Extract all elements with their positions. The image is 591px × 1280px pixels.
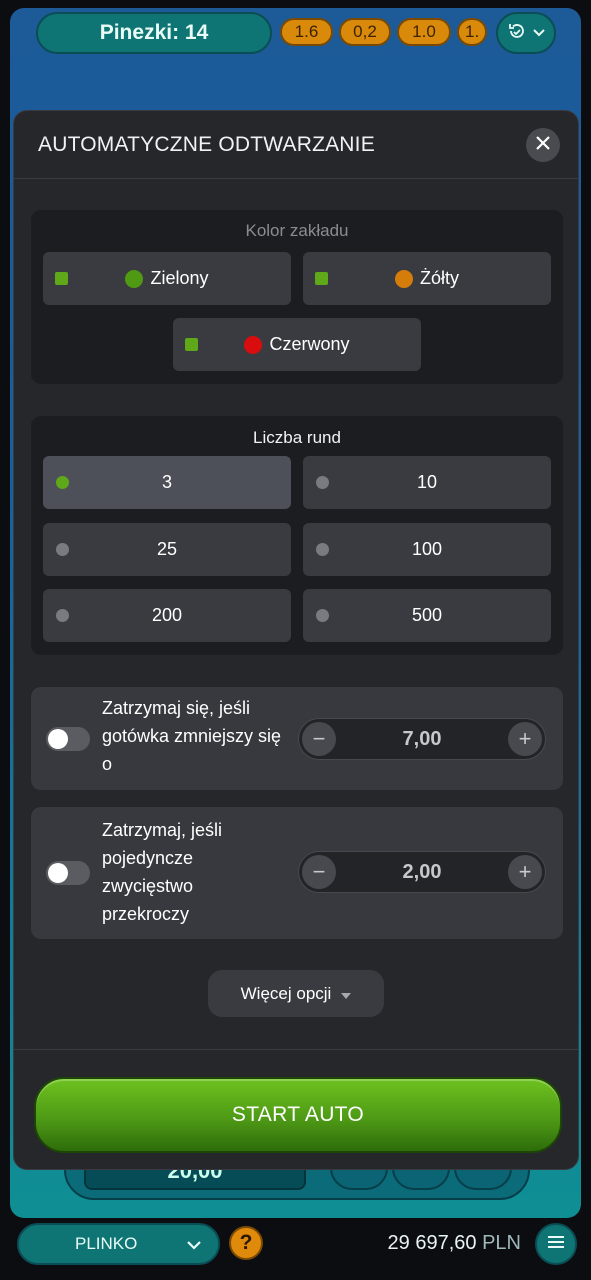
rounds-option-25[interactable]: 25	[43, 523, 291, 576]
plus-button[interactable]: +	[508, 722, 542, 756]
radio[interactable]	[316, 609, 329, 622]
plus-button[interactable]: +	[508, 855, 542, 889]
radio[interactable]	[56, 609, 69, 622]
balance-amount: 29 697,60	[387, 1232, 477, 1254]
radio[interactable]	[316, 476, 329, 489]
chevron-down-icon	[186, 1235, 202, 1255]
toggle-knob	[48, 729, 68, 749]
rounds-option-200[interactable]: 200	[43, 589, 291, 642]
label-line: zwycięstwo	[102, 876, 194, 896]
label-line: pojedyncze	[102, 848, 194, 868]
history-clock-icon	[507, 21, 527, 46]
checkbox[interactable]	[55, 272, 68, 285]
green-dot-icon	[125, 269, 144, 288]
more-options-button[interactable]: Więcej opcji	[208, 970, 384, 1017]
section-title: Kolor zakładu	[245, 221, 349, 240]
radio[interactable]	[316, 543, 329, 556]
stop-win-label: Zatrzymaj, jeśli pojedyncze zwycięstwo p…	[102, 816, 222, 928]
multiplier-badge: 1.0	[397, 18, 451, 46]
close-icon	[535, 135, 551, 156]
stop-cash-stepper: − 7,00 +	[298, 718, 546, 760]
minus-button[interactable]: −	[302, 722, 336, 756]
history-button[interactable]	[496, 12, 556, 54]
rounds-option-10[interactable]: 10	[303, 456, 551, 509]
label-line: przekroczy	[102, 904, 190, 924]
multiplier-badge: 1.	[457, 18, 487, 46]
chevron-down-icon	[533, 24, 545, 42]
more-options-label: Więcej opcji	[240, 983, 332, 1003]
stop-cash-toggle[interactable]	[46, 727, 90, 751]
minus-button[interactable]: −	[302, 855, 336, 889]
minus-icon: −	[312, 859, 326, 884]
multiplier-badge: 1.6	[280, 18, 333, 46]
game-name: PLINKO	[75, 1234, 138, 1253]
balance: 29 697,60 PLN	[388, 1232, 521, 1255]
stop-cash-decrease-card: Zatrzymaj się, jeśli gotówka zmniejszy s…	[31, 687, 563, 790]
pins-selector[interactable]: Pinezki: 14	[36, 12, 272, 54]
autoplay-modal: AUTOMATYCZNE ODTWARZANIE Kolor zakładu Z…	[13, 110, 579, 1170]
bottom-bar: PLINKO ? 29 697,60 PLN	[0, 1218, 591, 1272]
multiplier-badge: 0,2	[339, 18, 391, 46]
color-option-green[interactable]: Zielony	[43, 252, 291, 305]
balance-currency: PLN	[482, 1232, 521, 1254]
red-dot-icon	[244, 335, 263, 354]
radio[interactable]	[56, 543, 69, 556]
stop-cash-label: Zatrzymaj się, jeśli gotówka zmniejszy s…	[102, 694, 281, 778]
multiplier-history: 1.6 0,2 1.0 1.	[280, 18, 487, 46]
divider	[14, 1049, 578, 1050]
rounds-option-500[interactable]: 500	[303, 589, 551, 642]
color-option-yellow[interactable]: Żółty	[303, 252, 551, 305]
rounds-section: Liczba rund 3 10 25 100 200 500	[31, 416, 563, 655]
checkbox[interactable]	[315, 272, 328, 285]
rounds-label: 10	[416, 472, 438, 492]
modal-title: AUTOMATYCZNE ODTWARZANIE	[38, 132, 375, 156]
plus-icon: +	[518, 726, 532, 751]
label-line: gotówka zmniejszy się	[102, 726, 282, 746]
rounds-label: 500	[411, 605, 443, 625]
radio[interactable]	[56, 476, 69, 489]
label-line: Zatrzymaj, jeśli	[102, 820, 223, 840]
rounds-label: 3	[161, 472, 172, 492]
top-bar: Pinezki: 14 1.6 0,2 1.0 1.	[0, 0, 591, 64]
menu-button[interactable]	[535, 1223, 577, 1265]
color-label: Czerwony	[269, 334, 350, 354]
stop-single-win-card: Zatrzymaj, jeśli pojedyncze zwycięstwo p…	[31, 807, 563, 939]
rounds-label: 100	[411, 539, 443, 559]
color-label: Żółty	[419, 268, 459, 288]
rounds-option-100[interactable]: 100	[303, 523, 551, 576]
modal-header: AUTOMATYCZNE ODTWARZANIE	[14, 111, 578, 179]
toggle-knob	[48, 863, 68, 883]
bet-color-section: Kolor zakładu Zielony Żółty Czerwony	[31, 210, 563, 384]
close-button[interactable]	[526, 128, 560, 162]
stepper-value[interactable]: 7,00	[403, 728, 442, 751]
rounds-label: 200	[151, 605, 183, 625]
color-label: Zielony	[150, 268, 209, 288]
label-line: o	[102, 754, 113, 774]
label-line: Zatrzymaj się, jeśli	[102, 698, 251, 718]
caret-down-icon	[341, 984, 352, 1004]
start-auto-button[interactable]: START AUTO	[34, 1077, 562, 1153]
plus-icon: +	[518, 859, 532, 884]
section-title: Liczba rund	[253, 428, 341, 447]
help-button[interactable]: ?	[229, 1226, 263, 1260]
yellow-dot-icon	[394, 269, 413, 288]
stop-win-toggle[interactable]	[46, 861, 90, 885]
checkbox[interactable]	[185, 338, 198, 351]
rounds-label: 25	[156, 539, 178, 559]
color-option-red[interactable]: Czerwony	[173, 318, 421, 371]
minus-icon: −	[312, 726, 326, 751]
hamburger-menu-icon	[547, 1235, 565, 1254]
game-selector[interactable]: PLINKO	[17, 1223, 220, 1265]
stepper-value[interactable]: 2,00	[403, 861, 442, 884]
rounds-option-3[interactable]: 3	[43, 456, 291, 509]
stop-win-stepper: − 2,00 +	[298, 851, 546, 893]
